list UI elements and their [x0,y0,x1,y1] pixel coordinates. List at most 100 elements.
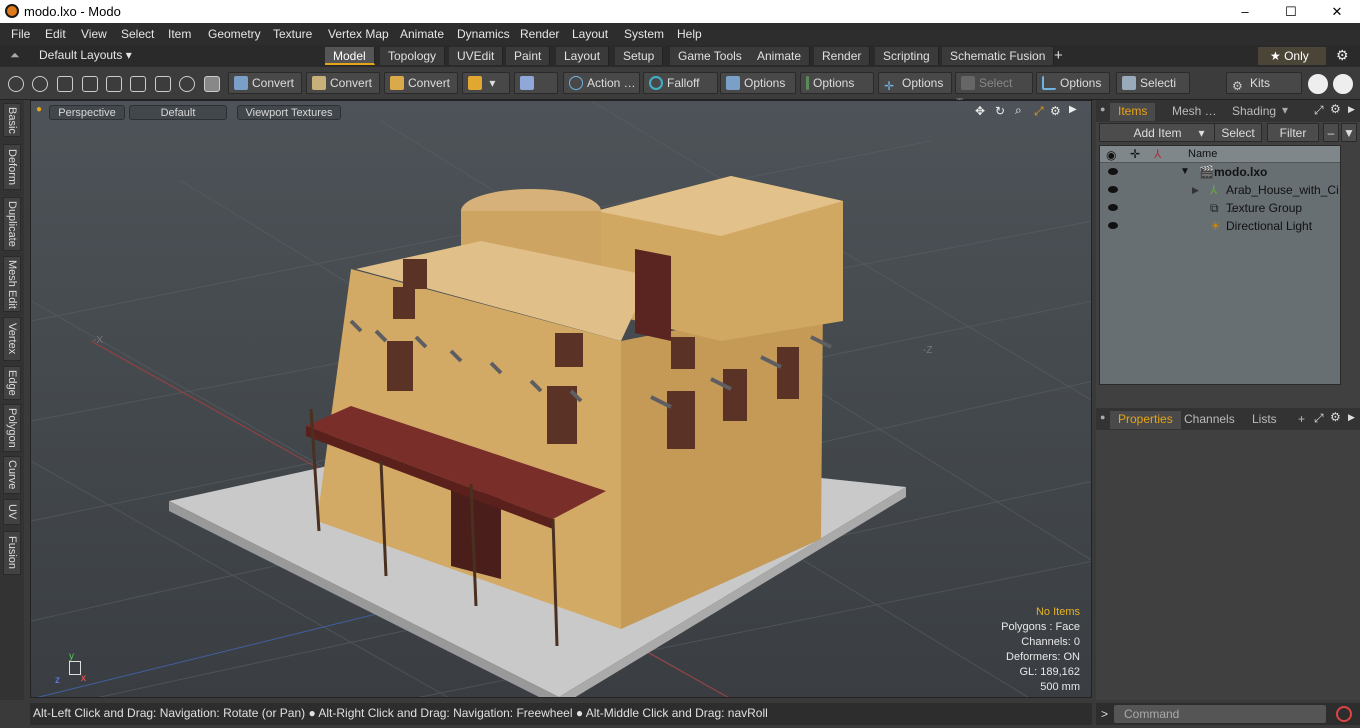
fit-icon[interactable]: ⤢ [1034,104,1044,119]
expand-arrow-icon[interactable]: ▼ [1180,163,1190,181]
panel-gear-icon[interactable]: ⚙ [1330,410,1341,424]
menu-dynamics[interactable]: Dynamics [457,27,510,41]
panel-dot-icon[interactable]: ● [1100,104,1105,114]
eye-icon[interactable] [1108,204,1118,211]
menu-help[interactable]: Help [677,27,702,41]
view-type-dropdown[interactable]: Perspective [49,105,125,120]
tab-mesh-edit[interactable]: Mesh Edit [3,256,21,312]
eye-icon[interactable] [1108,186,1118,193]
3d-viewport[interactable]: -X -Z ● Perspective Default Viewport Tex… [30,100,1092,698]
tab-uv[interactable]: UV [3,499,21,525]
options-button-3[interactable]: ✛ Options [878,72,952,94]
auto-select-icon[interactable] [204,76,220,92]
select-button[interactable]: Select [1214,123,1262,142]
zoom-icon[interactable]: ⌕ [1015,103,1022,118]
viewport-menu-dot-icon[interactable]: ● [36,104,42,115]
symmetry-toggle[interactable] [514,72,558,94]
funnel-icon[interactable]: ▼ [1341,123,1357,142]
expand-panel-icon[interactable]: ⤢ [1314,103,1324,118]
tab-channels[interactable]: Channels [1176,411,1243,429]
options-button-4[interactable]: Options [1036,72,1110,94]
menu-item[interactable]: Item [168,27,191,41]
panel-arrow-icon[interactable]: ▶ [1348,412,1355,423]
close-button[interactable]: ✕ [1314,0,1360,23]
menu-file[interactable]: File [11,27,30,41]
menu-layout[interactable]: Layout [572,27,608,41]
viewport-gear-icon[interactable]: ⚙ [1050,104,1061,118]
falloff-button[interactable]: Falloff [643,72,718,94]
convert-button-1[interactable]: Convert [228,72,302,94]
unity-icon[interactable] [1308,74,1328,94]
menu-view[interactable]: View [81,27,107,41]
viewport-expand-icon[interactable]: ▶ [1069,104,1077,115]
filter-button[interactable]: Filter [1267,123,1319,142]
tab-polygon[interactable]: Polygon [3,404,21,452]
polygons-mode-icon[interactable] [57,76,73,92]
record-icon[interactable] [1336,706,1352,722]
add-panel-tab[interactable]: + [1290,411,1313,429]
eye-icon[interactable] [1108,168,1118,175]
convert-button-2[interactable]: Convert [306,72,380,94]
tree-row-mesh[interactable]: ▶ ⅄ Arab_House_with_Ci … [1100,181,1340,215]
tab-properties[interactable]: Properties [1110,411,1181,429]
expand-arrow-icon[interactable]: ▶ [1192,181,1199,199]
add-tab-button[interactable]: + [1046,47,1071,65]
tab-model[interactable]: Model [325,47,375,65]
tab-shading[interactable]: Shading [1224,103,1284,121]
default-layouts-dropdown[interactable]: Default Layouts ▾ [39,48,132,62]
menu-vertex-map[interactable]: Vertex Map [328,27,389,41]
minimize-button[interactable]: – [1222,0,1268,23]
kits-button[interactable]: ⚙ Kits [1226,72,1302,94]
item-list[interactable]: ◉ ✛ ⅄ Name ▼ 🎬 modo.lxo ▶ ⅄ Arab_House_w… [1099,145,1341,385]
viewport-textures-dropdown[interactable]: Viewport Textures [237,105,341,120]
panel-gear-icon[interactable]: ⚙ [1330,102,1341,116]
shading-dropdown[interactable]: Default [129,105,227,120]
pivot-mode-icon[interactable] [130,76,146,92]
menu-texture[interactable]: Texture [273,27,312,41]
options-button-2[interactable]: Options [800,72,874,94]
tab-fusion[interactable]: Fusion [3,531,21,575]
tab-game-tools[interactable]: Game Tools [670,47,751,65]
tab-uvedit[interactable]: UVEdit [449,47,504,65]
tab-layout[interactable]: Layout [556,47,610,65]
menu-render[interactable]: Render [520,27,559,41]
tree-row-light[interactable]: ☀ Directional Light [1100,217,1340,235]
tab-duplicate[interactable]: Duplicate [3,197,21,251]
menu-edit[interactable]: Edit [45,27,66,41]
options-button-1[interactable]: Options [720,72,796,94]
tab-animate[interactable]: Animate [749,47,811,65]
expand-panel-icon[interactable]: ⤢ [1314,411,1324,426]
panel-arrow-icon[interactable]: ▶ [1348,104,1355,115]
vertices-mode-icon[interactable] [8,76,24,92]
tab-basic[interactable]: Basic [3,103,21,137]
tab-edge[interactable]: Edge [3,366,21,400]
mesh-dropdown[interactable]: ▾ [462,72,510,94]
edge-loop-icon[interactable] [179,76,195,92]
materials-mode-icon[interactable] [106,76,122,92]
tab-scripting[interactable]: Scripting [875,47,939,65]
tab-dropdown-icon[interactable]: ▾ [1282,103,1288,117]
collapse-icon[interactable]: – [1323,123,1339,142]
menu-animate[interactable]: Animate [400,27,444,41]
tab-vertex[interactable]: Vertex [3,317,21,361]
center-mode-icon[interactable] [155,76,171,92]
unreal-icon[interactable] [1333,74,1353,94]
action-center-button[interactable]: Action … [563,72,640,94]
gear-icon[interactable]: ⚙ [1336,47,1349,64]
convert-button-3[interactable]: Convert [384,72,458,94]
tab-paint[interactable]: Paint [506,47,551,65]
select-through-button[interactable]: Select T… [955,72,1033,110]
tab-deform[interactable]: Deform [3,144,21,190]
tab-mesh[interactable]: Mesh … [1164,103,1225,121]
maximize-button[interactable]: ☐ [1268,0,1314,23]
pan-icon[interactable]: ✥ [975,104,985,118]
eye-icon[interactable] [1108,222,1118,229]
edges-mode-icon[interactable] [32,76,48,92]
only-toggle[interactable]: ★ Only [1258,47,1326,65]
tree-row-texture-group[interactable]: ⧉ Texture Group [1100,199,1340,217]
command-input[interactable]: Command [1114,705,1326,723]
panel-dot-icon[interactable]: ● [1100,412,1105,422]
items-mode-icon[interactable] [82,76,98,92]
tab-schematic-fusion[interactable]: Schematic Fusion [942,47,1055,65]
tab-items[interactable]: Items [1110,103,1156,121]
